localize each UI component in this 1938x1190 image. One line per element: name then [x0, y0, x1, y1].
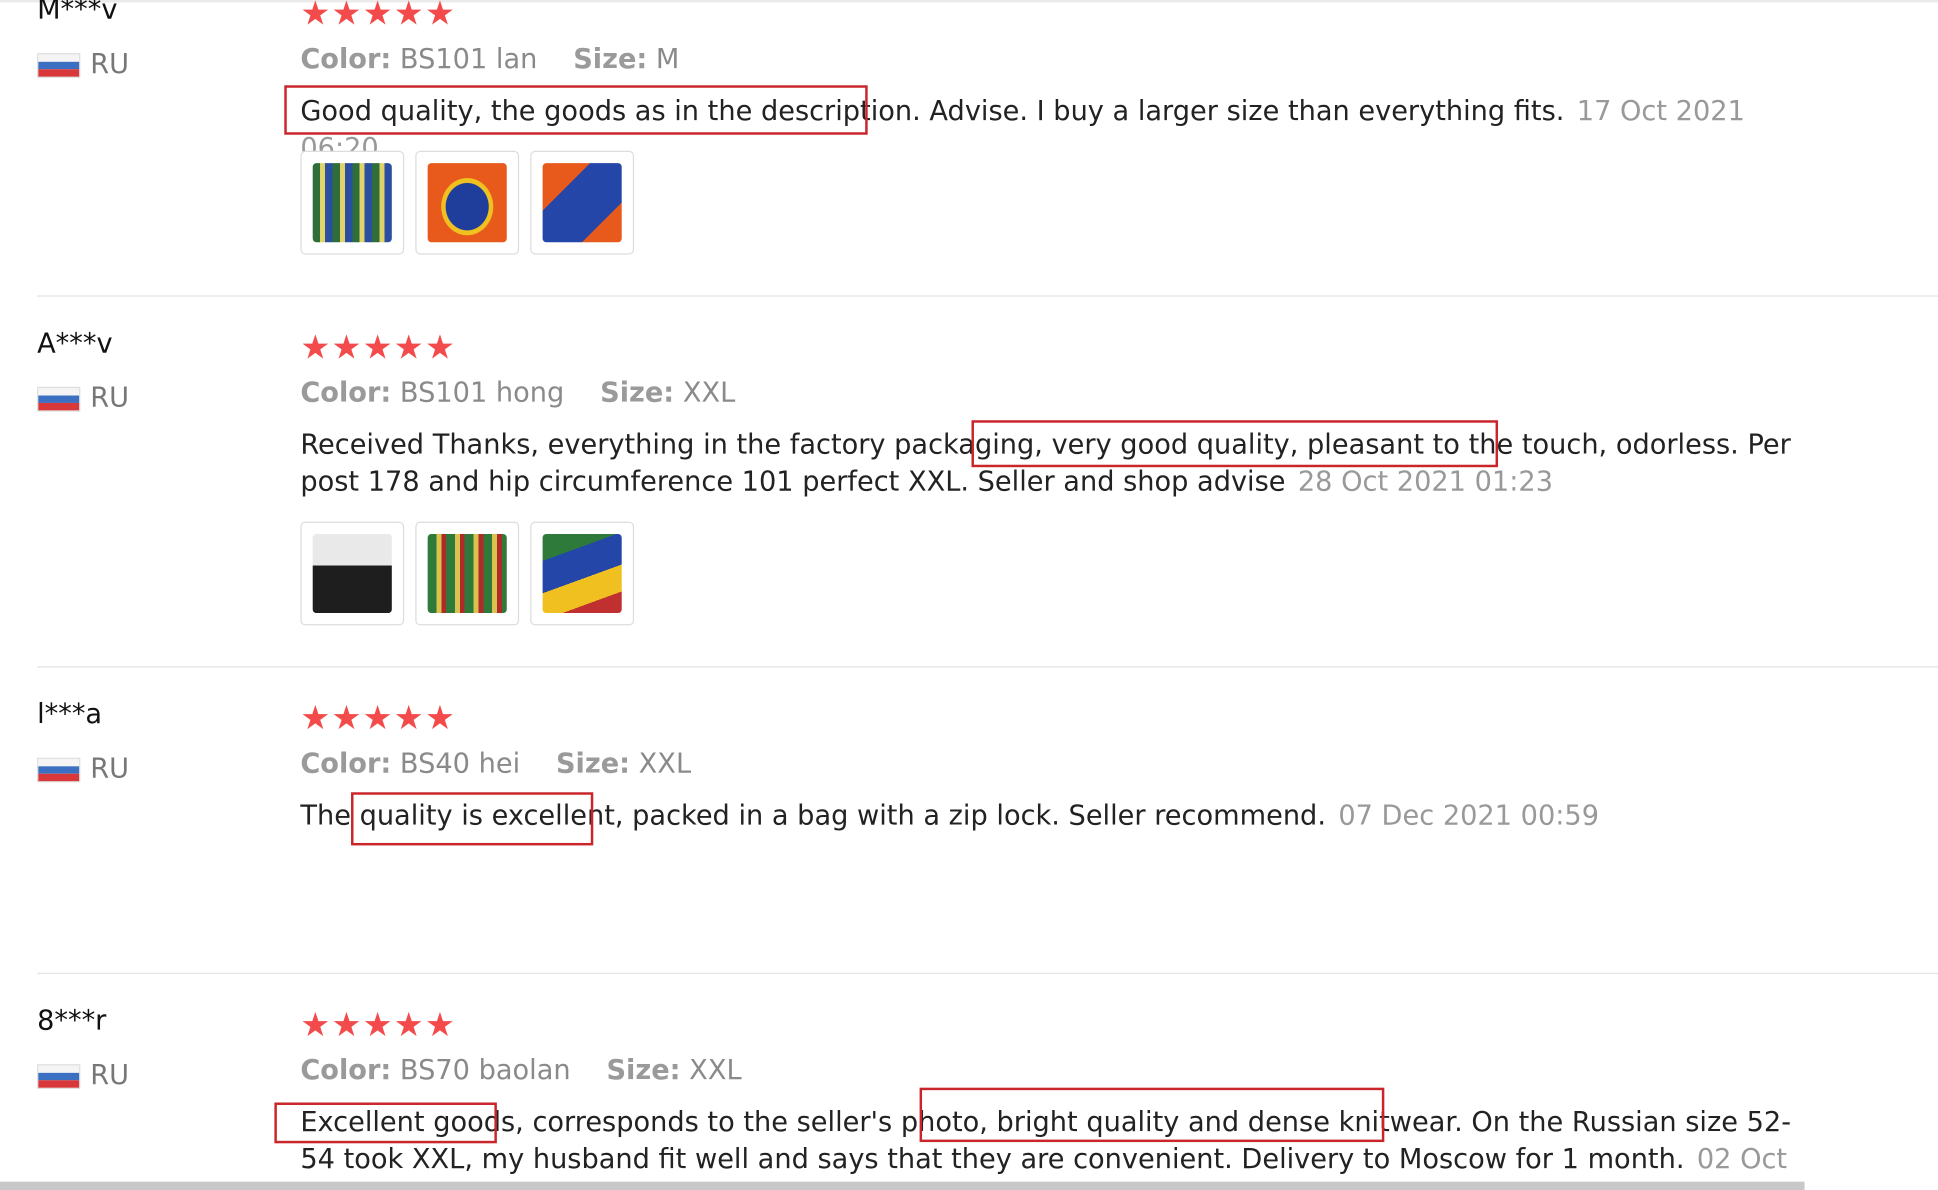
- color-label: Color:: [300, 1055, 392, 1087]
- size-label: Size:: [573, 44, 648, 76]
- photo-2: [427, 163, 507, 243]
- size-label: Size:: [606, 1055, 681, 1087]
- top-border: [0, 0, 1938, 3]
- photo-3: [542, 533, 622, 614]
- size-label: Size:: [600, 378, 675, 410]
- photo-1: [312, 533, 392, 614]
- russia-flag-icon: [37, 386, 81, 411]
- sku-info: Color: BS70 baolan Size: XXL: [300, 1056, 741, 1087]
- review-divider: [37, 666, 1938, 668]
- size-value: M: [655, 44, 680, 76]
- review-photo-thumbnail[interactable]: [530, 150, 635, 255]
- russia-flag-icon: [37, 52, 81, 78]
- country-code: RU: [90, 753, 130, 785]
- color-label: Color:: [300, 44, 392, 76]
- highlight-box: [284, 85, 868, 135]
- color-value: BS101 lan: [399, 44, 538, 76]
- highlight-box: [919, 1087, 1385, 1143]
- reviewer-name: 8***r: [37, 1006, 107, 1038]
- size-label: Size:: [555, 749, 631, 780]
- sku-info: Color: BS101 hong Size: XXL: [300, 378, 735, 409]
- color-value: BS101 hong: [399, 378, 565, 410]
- review-date: 07 Dec 2021 00:59: [1338, 800, 1600, 832]
- country-code: RU: [90, 49, 130, 81]
- star-rating: ★★★★★: [300, 1006, 457, 1045]
- size-value: XXL: [682, 378, 736, 410]
- reviewer-name: M***v: [37, 0, 118, 26]
- review-divider: [37, 972, 1938, 974]
- size-value: XXL: [689, 1055, 742, 1087]
- reviewer-country: RU: [37, 49, 129, 80]
- photo-1: [312, 163, 392, 243]
- reviewer-country: RU: [37, 1060, 129, 1091]
- reviews-page: M***v RU ★★★★★ Color: BS101 lan Size: M …: [0, 0, 1938, 1190]
- review-photo-thumbnail[interactable]: [300, 150, 405, 255]
- russia-flag-icon: [37, 1063, 81, 1089]
- reviewer-name: l***a: [37, 699, 103, 731]
- highlight-box: [971, 420, 1499, 468]
- sku-info: Color: BS40 hei Size: XXL: [300, 749, 691, 780]
- star-rating: ★★★★★: [300, 699, 457, 738]
- reviewer-name: A***v: [37, 328, 113, 360]
- review-date: 28 Oct 2021 01:23: [1297, 467, 1553, 499]
- russia-flag-icon: [37, 757, 81, 782]
- review-photo-thumbnail[interactable]: [415, 150, 520, 255]
- star-rating: ★★★★★: [300, 328, 457, 368]
- reviewer-country: RU: [37, 754, 129, 785]
- sku-info: Color: BS101 lan Size: M: [300, 44, 679, 75]
- color-label: Color:: [300, 378, 392, 410]
- highlight-box: [274, 1102, 497, 1144]
- reviewer-country: RU: [37, 383, 129, 414]
- review-photos: [300, 150, 635, 255]
- color-value: BS70 baolan: [399, 1055, 571, 1087]
- review-photo-thumbnail[interactable]: [530, 521, 635, 626]
- review-photo-thumbnail[interactable]: [300, 521, 405, 626]
- review-photos: [300, 521, 635, 626]
- highlight-box: [351, 792, 594, 846]
- star-rating: ★★★★★: [300, 0, 457, 34]
- horizontal-scrollbar[interactable]: [0, 1181, 1805, 1190]
- color-value: BS40 hei: [399, 749, 521, 780]
- review-divider: [37, 295, 1938, 297]
- size-value: XXL: [638, 749, 692, 780]
- review-photo-thumbnail[interactable]: [415, 521, 520, 626]
- photo-3: [542, 163, 622, 243]
- photo-2: [427, 533, 507, 614]
- country-code: RU: [90, 1060, 130, 1092]
- color-label: Color:: [300, 749, 392, 780]
- country-code: RU: [90, 383, 130, 415]
